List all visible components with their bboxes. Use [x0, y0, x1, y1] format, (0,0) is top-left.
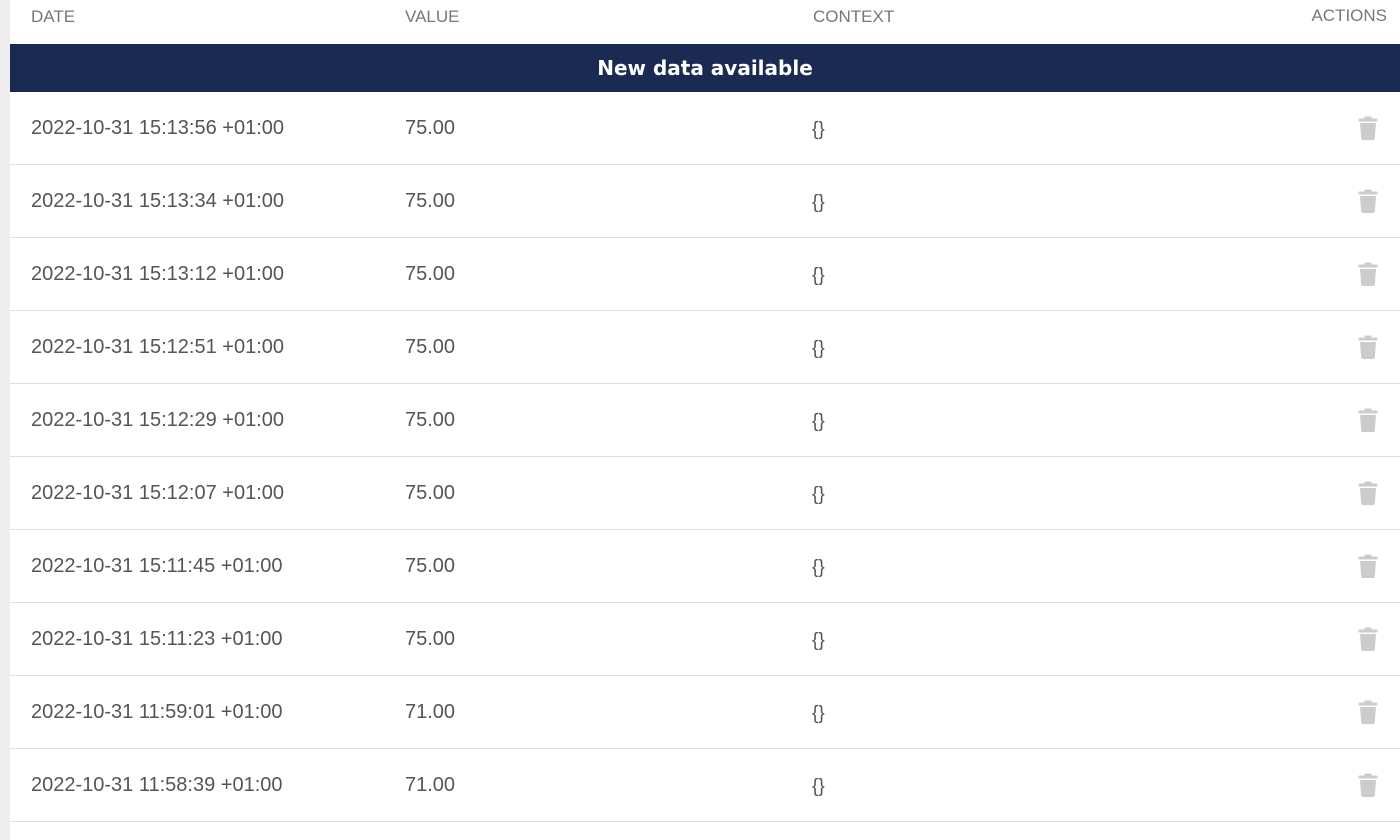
- trash-icon: [1358, 262, 1378, 286]
- cell-value: 75.00: [405, 117, 456, 139]
- delete-button[interactable]: [1358, 700, 1378, 724]
- cell-value: 75.00: [405, 190, 456, 212]
- cell-value: 75.00: [405, 482, 456, 504]
- table-row: 2022-10-31 15:12:07 +01:00 75.00 {}: [10, 457, 1400, 530]
- cell-value: 75.00: [405, 409, 456, 431]
- table-body: 2022-10-31 15:13:56 +01:00 75.00 {} 2022…: [10, 92, 1400, 822]
- header-actions: ACTIONS: [1311, 6, 1387, 25]
- delete-button[interactable]: [1358, 189, 1378, 213]
- cell-context: {}: [812, 630, 825, 651]
- cell-context: {}: [812, 192, 825, 213]
- new-data-banner[interactable]: New data available: [10, 44, 1400, 92]
- cell-date: 2022-10-31 15:13:34 +01:00: [31, 190, 284, 212]
- trash-icon: [1358, 627, 1378, 651]
- table-row: 2022-10-31 15:13:34 +01:00 75.00 {}: [10, 165, 1400, 238]
- table-header: DATE VALUE CONTEXT ACTIONS: [10, 0, 1400, 44]
- cell-context: {}: [812, 703, 825, 724]
- table-row: 2022-10-31 11:58:39 +01:00 71.00 {}: [10, 749, 1400, 822]
- delete-button[interactable]: [1358, 773, 1378, 797]
- trash-icon: [1358, 700, 1378, 724]
- cell-date: 2022-10-31 11:59:01 +01:00: [31, 701, 283, 723]
- trash-icon: [1358, 189, 1378, 213]
- cell-context: {}: [812, 265, 825, 286]
- delete-button[interactable]: [1358, 335, 1378, 359]
- header-value[interactable]: VALUE: [405, 7, 460, 27]
- table-row: 2022-10-31 15:11:23 +01:00 75.00 {}: [10, 603, 1400, 676]
- cell-context: {}: [812, 557, 825, 578]
- table-row: 2022-10-31 15:11:45 +01:00 75.00 {}: [10, 530, 1400, 603]
- data-table: DATE VALUE CONTEXT ACTIONS New data avai…: [10, 0, 1400, 840]
- trash-icon: [1358, 481, 1378, 505]
- header-date[interactable]: DATE: [31, 7, 75, 27]
- cell-date: 2022-10-31 15:12:29 +01:00: [31, 409, 284, 431]
- delete-button[interactable]: [1358, 481, 1378, 505]
- table-row: 2022-10-31 15:12:51 +01:00 75.00 {}: [10, 311, 1400, 384]
- cell-context: {}: [812, 119, 825, 140]
- cell-value: 71.00: [405, 701, 456, 723]
- trash-icon: [1358, 408, 1378, 432]
- cell-context: {}: [812, 338, 825, 359]
- cell-value: 75.00: [405, 263, 456, 285]
- cell-context: {}: [812, 411, 825, 432]
- cell-value: 71.00: [405, 774, 456, 796]
- cell-date: 2022-10-31 15:12:51 +01:00: [31, 336, 284, 358]
- trash-icon: [1358, 773, 1378, 797]
- cell-context: {}: [812, 776, 825, 797]
- cell-date: 2022-10-31 15:13:12 +01:00: [31, 263, 284, 285]
- delete-button[interactable]: [1358, 554, 1378, 578]
- cell-date: 2022-10-31 15:11:45 +01:00: [31, 555, 283, 577]
- trash-icon: [1358, 554, 1378, 578]
- cell-context: {}: [812, 484, 825, 505]
- delete-button[interactable]: [1358, 408, 1378, 432]
- table-row: 2022-10-31 15:13:56 +01:00 75.00 {}: [10, 92, 1400, 165]
- delete-button[interactable]: [1358, 627, 1378, 651]
- cell-date: 2022-10-31 15:13:56 +01:00: [31, 117, 284, 139]
- trash-icon: [1358, 116, 1378, 140]
- cell-date: 2022-10-31 15:11:23 +01:00: [31, 628, 283, 650]
- cell-date: 2022-10-31 15:12:07 +01:00: [31, 482, 284, 504]
- delete-button[interactable]: [1358, 262, 1378, 286]
- table-row: 2022-10-31 15:12:29 +01:00 75.00 {}: [10, 384, 1400, 457]
- delete-button[interactable]: [1358, 116, 1378, 140]
- cell-value: 75.00: [405, 555, 456, 577]
- cell-value: 75.00: [405, 628, 456, 650]
- cell-value: 75.00: [405, 336, 456, 358]
- table-row: 2022-10-31 11:59:01 +01:00 71.00 {}: [10, 676, 1400, 749]
- header-context[interactable]: CONTEXT: [813, 7, 894, 27]
- table-row: 2022-10-31 15:13:12 +01:00 75.00 {}: [10, 238, 1400, 311]
- cell-date: 2022-10-31 11:58:39 +01:00: [31, 774, 283, 796]
- trash-icon: [1358, 335, 1378, 359]
